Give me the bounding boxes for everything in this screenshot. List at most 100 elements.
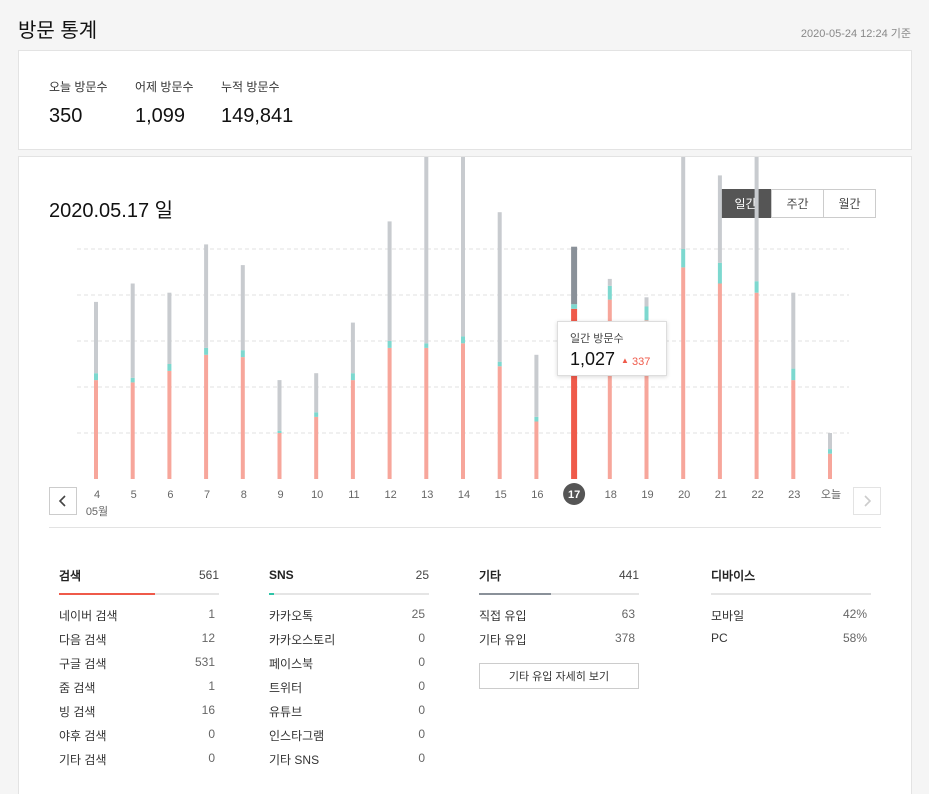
list-item-value: 12: [201, 631, 215, 645]
today-visits-label: 오늘 방문수: [49, 80, 108, 94]
chart-next-button[interactable]: [853, 487, 881, 515]
chart-prev-button[interactable]: [49, 487, 77, 515]
x-tick-label: 13: [421, 489, 433, 501]
list-item-label: 인스타그램: [269, 729, 325, 743]
bar-other: [387, 221, 392, 341]
list-item-value: 58%: [842, 631, 867, 645]
list-item: 네이버 검색 1: [59, 607, 219, 631]
bar-other: [94, 301, 98, 374]
list-item: 직접 유입 63: [479, 607, 639, 631]
x-tick-label: 7: [204, 489, 210, 501]
sns-count: 25: [415, 568, 429, 582]
bar-sns: [277, 430, 282, 433]
bar-search: [754, 292, 759, 479]
device-header: 디바이스: [711, 565, 871, 585]
list-item-value: 0: [418, 727, 425, 741]
list-item-label: 기타 검색: [59, 753, 107, 767]
x-tick-label: 18: [605, 489, 617, 501]
list-item-value: 378: [614, 631, 635, 645]
bar-sns: [644, 306, 649, 321]
month-label: 05월: [86, 505, 108, 518]
list-item-label: 기타 유입: [479, 633, 527, 647]
list-item-value: 531: [194, 655, 215, 669]
bar-search: [94, 380, 98, 479]
list-item-value: 1: [208, 679, 215, 693]
bar-sns: [314, 412, 319, 417]
bar-sns: [754, 281, 759, 293]
list-item-value: 0: [418, 703, 425, 717]
list-item-label: 다음 검색: [59, 633, 107, 647]
chart-tooltip: 일간 방문수 1,027 ▲ 337: [557, 321, 667, 376]
x-tick-label: 9: [277, 489, 283, 501]
list-item: 기타 검색 0: [59, 751, 219, 775]
other-title: 기타: [479, 568, 502, 583]
list-item: 페이스북 0: [269, 655, 429, 679]
list-item-label: 야후 검색: [59, 729, 107, 743]
bar-sns: [497, 361, 502, 367]
list-item-label: 트위터: [269, 681, 303, 695]
search-header: 검색 561: [59, 565, 219, 585]
list-item-value: 25: [411, 607, 425, 621]
bar-other: [791, 292, 796, 369]
bar-other: [534, 354, 539, 417]
reference-timestamp: 2020-05-24 12:24 기준: [800, 28, 911, 40]
bar-search: [387, 347, 392, 479]
list-item: 구글 검색 531: [59, 655, 219, 679]
x-tick-label: 4: [94, 489, 100, 501]
list-item: 트위터 0: [269, 679, 429, 703]
other-header: 기타 441: [479, 565, 639, 585]
x-tick-label: 5: [131, 489, 137, 501]
bar-other: [461, 157, 465, 337]
x-tick-label: 15: [495, 489, 507, 501]
bar-other: [277, 380, 282, 431]
other-count: 441: [618, 568, 639, 582]
bar-other: [607, 278, 612, 286]
total-visits-value: 149,841: [221, 105, 294, 127]
page-title: 방문 통계: [18, 20, 98, 42]
bar-other: [314, 373, 319, 413]
total-visits-label: 누적 방문수: [221, 80, 280, 94]
list-item-value: 63: [621, 607, 635, 621]
bar-other: [240, 265, 245, 351]
tooltip-diff: ▲ 337: [621, 356, 650, 368]
total-visits: 누적 방문수 149,841: [221, 78, 293, 128]
sns-bar: [269, 593, 429, 595]
main-card: 2020.05.17 일 일간 주간 월간 4 5 6 7 8 9 10 11 12 13 14 15…: [18, 156, 912, 794]
other-rows: 직접 유입 63 기타 유입 378: [479, 607, 639, 655]
bar-search: [534, 421, 539, 479]
bar-sns: [424, 343, 429, 348]
list-item: 기타 SNS 0: [269, 751, 429, 775]
breakdown-sns: SNS 25 카카오톡 25 카카오스토리 0 페이스북 0 트위터 0 유튜브 0 인스타그램 0 기…: [269, 565, 429, 775]
breakdown-search: 검색 561 네이버 검색 1 다음 검색 12 구글 검색 531 줌 검색 1 빙 검색 16…: [59, 565, 219, 775]
list-item-value: 16: [201, 703, 215, 717]
list-item-value: 0: [418, 679, 425, 693]
bar-other: [828, 433, 832, 450]
x-tick-label: 17: [568, 489, 580, 501]
list-item-label: 기타 SNS: [269, 753, 320, 767]
other-detail-button[interactable]: 기타 유입 자세히 보기: [479, 663, 639, 689]
bar-search: [167, 370, 172, 479]
tooltip-label: 일간 방문수: [570, 333, 624, 345]
bar-sns: [791, 368, 796, 381]
search-title: 검색: [59, 568, 82, 583]
list-item: 줌 검색 1: [59, 679, 219, 703]
search-rows: 네이버 검색 1 다음 검색 12 구글 검색 531 줌 검색 1 빙 검색 16 야후 검색 0 기…: [59, 607, 219, 775]
list-item: 카카오스토리 0: [269, 631, 429, 655]
list-item: 빙 검색 16: [59, 703, 219, 727]
bar-other: [350, 322, 355, 374]
x-tick-label: 23: [788, 489, 800, 501]
sns-title: SNS: [269, 568, 294, 582]
visits-chart: 4 5 6 7 8 9 10 11 12 13 14 15 16 17 18 19 20 21 22 23 오늘 05월: [77, 157, 849, 518]
tooltip-diff-value: 337: [632, 356, 651, 368]
bar-sns: [571, 304, 578, 309]
list-item: 모바일 42%: [711, 607, 871, 631]
list-item-label: 페이스북: [269, 657, 314, 671]
list-item: 유튜브 0: [269, 703, 429, 727]
x-tick-label: 오늘: [821, 488, 841, 501]
x-tick-label: 14: [458, 489, 470, 501]
bar-search: [240, 357, 245, 479]
bar-other: [424, 157, 429, 344]
breakdown-other: 기타 441 직접 유입 63 기타 유입 378 기타 유입 자세히 보기: [479, 565, 639, 689]
bar-sns: [681, 249, 686, 268]
device-title: 디바이스: [711, 568, 756, 583]
